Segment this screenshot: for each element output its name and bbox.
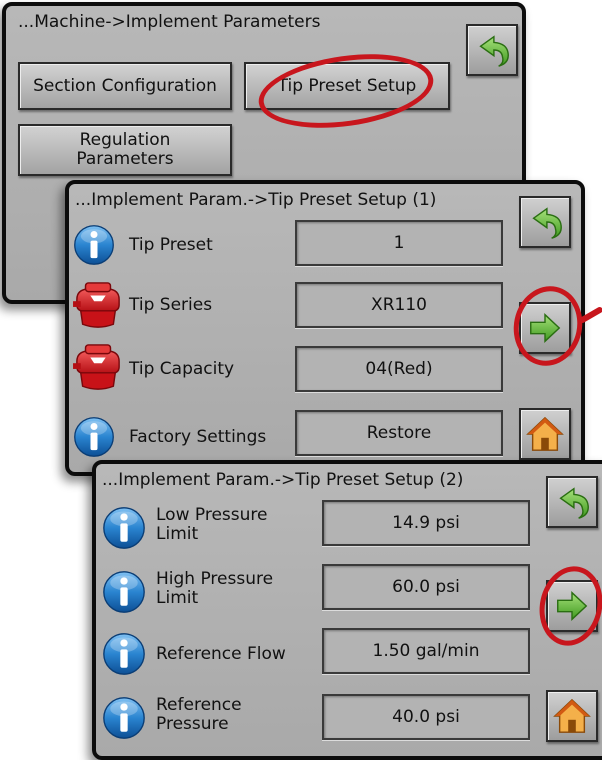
next-arrow-icon [553,587,591,625]
label-line1: High Pressure [156,569,274,589]
breadcrumb: ...Implement Param.->Tip Preset Setup (2… [102,470,464,490]
info-icon[interactable] [73,416,115,458]
tip-preset-field[interactable]: 1 [295,220,503,266]
home-icon [553,697,591,735]
high-pressure-limit-label: High Pressure Limit [156,566,273,612]
label-line1: Low Pressure [156,505,268,525]
breadcrumb: ...Machine->Implement Parameters [18,12,321,32]
back-button[interactable] [466,24,518,76]
high-pressure-limit-field[interactable]: 60.0 psi [322,564,530,610]
info-icon[interactable] [102,506,146,550]
regulation-parameters-button[interactable]: Regulation Parameters [18,124,232,176]
next-button[interactable] [519,302,571,354]
back-arrow-icon [553,483,591,521]
regulation-parameters-label-line1: Regulation [79,130,171,150]
tip-preset-setup-1-panel: ...Implement Param.->Tip Preset Setup (1… [65,180,585,476]
factory-settings-restore-button[interactable]: Restore [295,410,503,456]
low-pressure-limit-label: Low Pressure Limit [156,502,267,548]
tip-series-label: Tip Series [129,294,213,315]
home-button[interactable] [519,408,571,460]
spray-tip-icon [71,282,125,330]
tip-preset-label: Tip Preset [129,234,213,255]
tip-preset-setup-button[interactable]: Tip Preset Setup [244,62,450,110]
info-icon[interactable] [73,224,115,266]
next-arrow-icon [526,309,564,347]
label-line2: Pressure [156,714,229,734]
home-icon [526,415,564,453]
tip-capacity-label: Tip Capacity [129,358,235,379]
section-configuration-button[interactable]: Section Configuration [18,62,232,110]
info-icon[interactable] [102,632,146,676]
label-line2: Limit [156,588,199,608]
info-icon[interactable] [102,696,146,740]
label-line2: Limit [156,524,199,544]
reference-flow-label: Reference Flow [156,643,286,664]
tip-capacity-field[interactable]: 04(Red) [295,346,503,392]
spray-tip-icon [71,344,125,392]
back-arrow-icon [526,203,564,241]
breadcrumb: ...Implement Param.->Tip Preset Setup (1… [75,190,437,210]
info-icon[interactable] [102,570,146,614]
label-line1: Reference [156,695,242,715]
tip-preset-setup-2-panel: ...Implement Param.->Tip Preset Setup (2… [92,460,602,760]
regulation-parameters-label-line2: Parameters [76,149,174,169]
low-pressure-limit-field[interactable]: 14.9 psi [322,500,530,546]
home-button[interactable] [546,690,598,742]
back-button[interactable] [546,476,598,528]
factory-settings-label: Factory Settings [129,426,267,447]
back-arrow-icon [473,31,511,69]
reference-pressure-field[interactable]: 40.0 psi [322,694,530,740]
tip-series-field[interactable]: XR110 [295,282,503,328]
reference-flow-field[interactable]: 1.50 gal/min [322,628,530,674]
reference-pressure-label: Reference Pressure [156,692,242,738]
back-button[interactable] [519,196,571,248]
next-button[interactable] [546,580,598,632]
